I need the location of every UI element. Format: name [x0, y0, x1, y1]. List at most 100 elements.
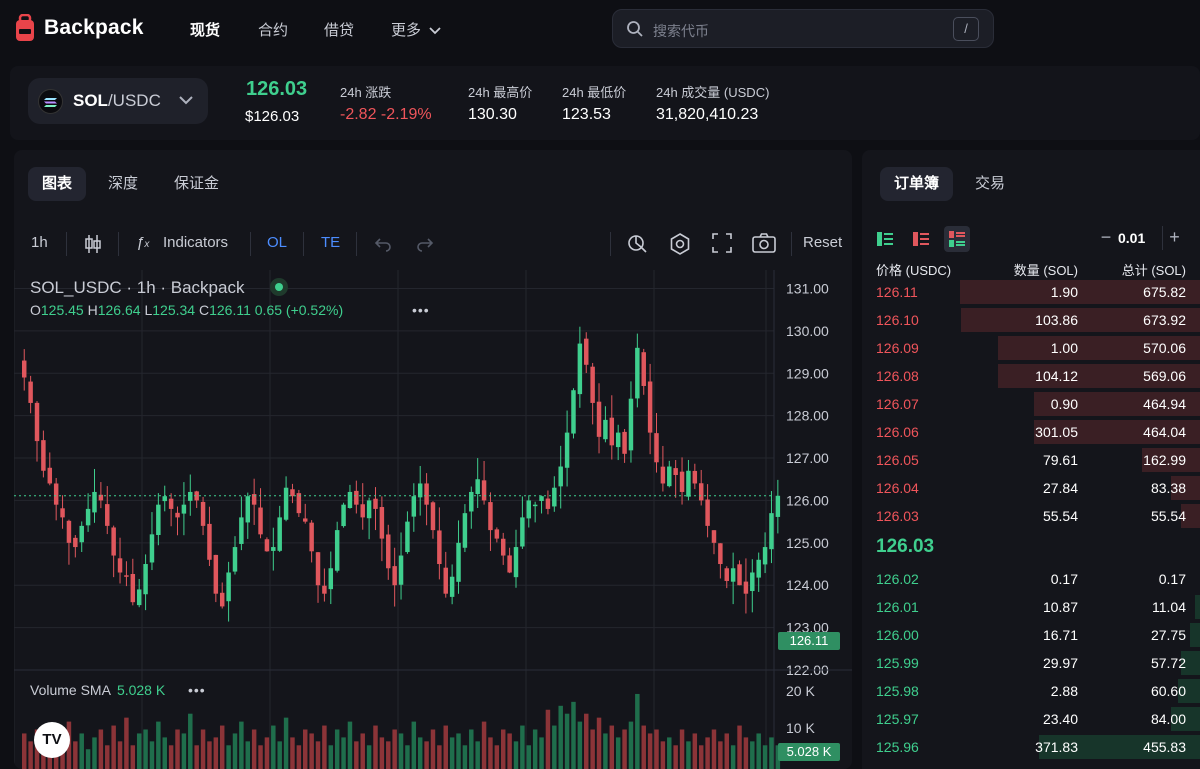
ask-row[interactable]: 126.06 301.05 464.04	[862, 418, 1200, 446]
tab-margin[interactable]: 保证金	[160, 167, 233, 201]
tab-trades[interactable]: 交易	[961, 167, 1019, 201]
volume-bar	[564, 713, 570, 769]
volume-bar	[277, 741, 282, 769]
ask-row[interactable]: 126.09 1.00 570.06	[862, 334, 1200, 362]
candle-body	[475, 479, 480, 495]
volume-bar	[309, 733, 314, 769]
open-value: 125.45	[40, 302, 84, 318]
volume-more-icon[interactable]: •••	[188, 682, 206, 698]
indicators-button[interactable]: Indicators	[163, 234, 228, 251]
magnet-icon[interactable]	[626, 232, 648, 254]
candle-body	[60, 508, 65, 518]
volume-bar	[258, 745, 263, 769]
undo-icon[interactable]	[374, 236, 392, 252]
bid-price: 125.96	[876, 739, 919, 755]
ask-row[interactable]: 126.10 103.86 673.92	[862, 306, 1200, 334]
tradingview-logo-icon[interactable]: TV	[34, 722, 70, 758]
bid-qty: 29.97	[1042, 655, 1078, 671]
volume-bar	[539, 737, 544, 769]
nav-lending[interactable]: 借贷	[324, 19, 354, 40]
book-view-both-icon[interactable]	[944, 226, 970, 252]
ask-row[interactable]: 126.07 0.90 464.94	[862, 390, 1200, 418]
candle-body	[762, 547, 768, 565]
book-view-asks-icon[interactable]	[912, 230, 930, 248]
volume-bar	[354, 741, 359, 769]
bid-row[interactable]: 125.99 29.97 57.72	[862, 649, 1200, 677]
stat-label: 24h 最低价	[562, 85, 627, 100]
ask-row[interactable]: 126.08 104.12 569.06	[862, 362, 1200, 390]
chevron-down-icon	[429, 27, 441, 35]
bid-row[interactable]: 125.98 2.88 60.60	[862, 677, 1200, 705]
nav-spot[interactable]: 现货	[190, 19, 220, 40]
ask-row[interactable]: 126.04 27.84 83.38	[862, 474, 1200, 502]
book-view-bids-icon[interactable]	[876, 230, 894, 248]
search-input[interactable]: 搜索代币 /	[612, 9, 994, 48]
ol-button[interactable]: OL	[267, 234, 287, 251]
total-header: 总计 (SOL)	[1121, 263, 1186, 278]
tab-chart[interactable]: 图表	[28, 167, 87, 201]
last-price: 126.03	[246, 78, 308, 100]
tick-decrease-button[interactable]: −	[1094, 226, 1118, 250]
nav-more[interactable]: 更多	[391, 19, 441, 40]
volume-bar	[762, 745, 768, 769]
bid-price: 125.98	[876, 683, 919, 699]
bid-qty: 0.17	[1050, 571, 1078, 587]
legend-more-icon[interactable]: •••	[412, 302, 430, 318]
volume-bar	[526, 745, 532, 769]
ask-qty: 1.90	[1050, 284, 1078, 300]
bid-row[interactable]: 126.00 16.71 27.75	[862, 621, 1200, 649]
ask-row[interactable]: 126.03 55.54 55.54	[862, 502, 1200, 530]
fullscreen-icon[interactable]	[712, 233, 732, 253]
volume-bar	[635, 693, 640, 769]
interval-button[interactable]: 1h	[31, 234, 48, 251]
volume-bar	[469, 729, 474, 769]
chevron-down-icon	[179, 96, 193, 105]
candle-body	[718, 543, 723, 565]
ask-qty: 1.00	[1050, 340, 1078, 356]
settings-icon[interactable]	[668, 232, 692, 256]
brand-logo[interactable]: Backpack	[14, 14, 144, 42]
volume-bar	[571, 701, 576, 769]
nav-futures[interactable]: 合约	[258, 19, 288, 40]
tick-increase-button[interactable]: +	[1162, 226, 1186, 250]
volume-bar	[488, 737, 493, 769]
y-axis-tick-label: 130.00	[786, 323, 829, 339]
stat-24h-low: 24h 最低价 123.53	[562, 82, 626, 124]
bid-row[interactable]: 126.02 0.17 0.17	[862, 565, 1200, 593]
candle-body	[47, 467, 53, 484]
ask-row[interactable]: 126.11 1.90 675.82	[862, 278, 1200, 306]
ask-total: 569.06	[1143, 368, 1186, 384]
candle-body	[354, 490, 359, 505]
volume-bar	[143, 729, 148, 769]
camera-icon[interactable]	[752, 233, 776, 253]
te-button[interactable]: TE	[321, 234, 340, 251]
candle-body	[532, 504, 538, 507]
volume-bar	[430, 729, 436, 769]
candle-body	[136, 589, 142, 606]
volume-bar	[456, 733, 461, 769]
depth-bar	[1195, 595, 1200, 619]
redo-icon[interactable]	[416, 236, 434, 252]
market-status-dot	[270, 278, 288, 296]
reset-button[interactable]: Reset	[803, 234, 842, 251]
price-chart[interactable]: 131.00 130.00 129.00 128.00 127.00 126.00 125.…	[14, 270, 852, 769]
y-axis-tick-label: 131.00	[786, 280, 829, 296]
ask-row[interactable]: 126.05 79.61 162.99	[862, 446, 1200, 474]
bid-row[interactable]: 126.01 10.87 11.04	[862, 593, 1200, 621]
tab-depth[interactable]: 深度	[94, 167, 152, 201]
candle-type-icon[interactable]	[84, 233, 102, 255]
stat-value: 130.30	[468, 106, 517, 123]
volume-bar	[462, 745, 468, 769]
pair-selector[interactable]: SOL/USDC	[28, 78, 208, 124]
bid-row[interactable]: 125.96 371.83 455.83	[862, 733, 1200, 761]
bid-row[interactable]: 125.97 23.40 84.00	[862, 705, 1200, 733]
stat-value: 31,820,410.23	[656, 106, 759, 123]
candle-body	[386, 534, 391, 569]
tab-order-book[interactable]: 订单簿	[880, 167, 954, 201]
volume-bar	[545, 709, 551, 769]
candle-body	[437, 530, 442, 565]
candle-body	[143, 564, 148, 595]
candle-body	[564, 432, 570, 468]
candle-body	[449, 576, 455, 597]
divider	[118, 232, 119, 256]
